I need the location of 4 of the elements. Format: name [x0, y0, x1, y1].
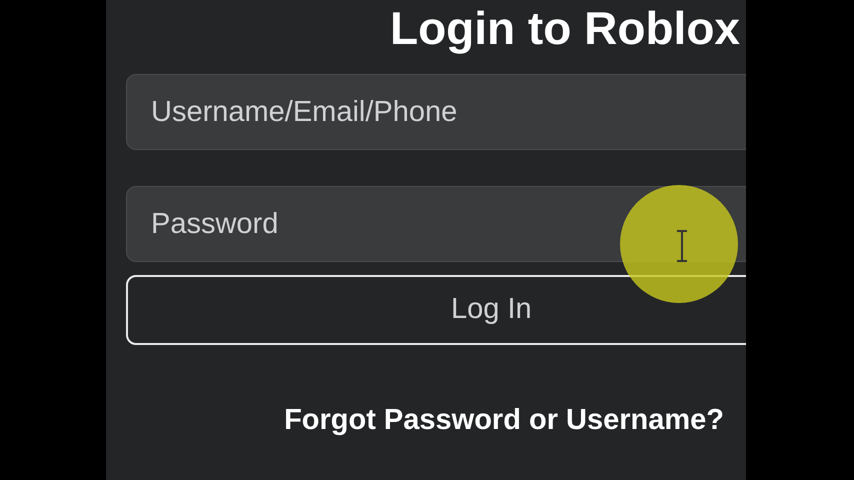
forgot-password-link[interactable]: Forgot Password or Username? [284, 399, 724, 442]
page-heading: Login to Roblox [390, 2, 740, 56]
input-field[interactable]: Username/Email/Phone [126, 74, 746, 150]
text-cursor-icon [676, 230, 688, 262]
